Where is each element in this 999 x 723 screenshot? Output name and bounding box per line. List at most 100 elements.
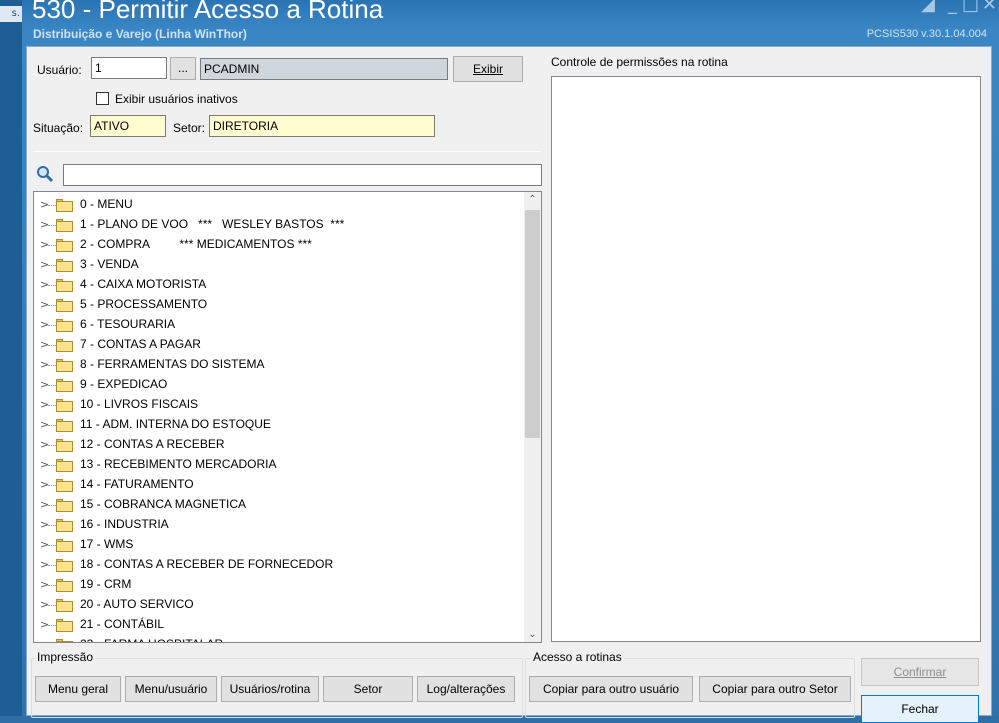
window-subtitle: Distribuição e Varejo (Linha WinThor) [33, 27, 247, 41]
tree-node[interactable]: >5 - PROCESSAMENTO [34, 295, 524, 315]
browse-user-button[interactable]: ... [170, 57, 196, 80]
tree-node-label: 13 - RECEBIMENTO MERCADORIA [80, 457, 277, 471]
tree-connector [48, 305, 56, 306]
tree-node[interactable]: >3 - VENDA [34, 255, 524, 275]
tree-node[interactable]: >0 - MENU [34, 195, 524, 215]
folder-icon [56, 519, 73, 532]
restore-icon[interactable]: ◢ [921, 0, 935, 15]
tree-node-label: 7 - CONTAS A PAGAR [80, 337, 201, 351]
tree-node[interactable]: >15 - COBRANCA MAGNETICA [34, 495, 524, 515]
tree-connector [48, 265, 56, 266]
users-routine-button[interactable]: Usuários/rotina [221, 676, 319, 702]
folder-icon [56, 379, 73, 392]
tree-scrollbar[interactable]: ⌃ ⌄ [524, 192, 541, 642]
folder-icon [56, 499, 73, 512]
maximize-icon[interactable]: □ [962, 0, 979, 15]
background-window-edge: s. [0, 0, 22, 716]
tree-connector [48, 605, 56, 606]
tree-node[interactable]: >17 - WMS [34, 535, 524, 555]
tree-node[interactable]: >11 - ADM. INTERNA DO ESTOQUE [34, 415, 524, 435]
user-id-field[interactable]: 1 [91, 57, 167, 79]
tree-connector [48, 205, 56, 206]
tree-connector [48, 565, 56, 566]
routine-tree[interactable]: >0 - MENU >1 - PLANO DE VOO *** WESLEY BA… [33, 191, 542, 643]
tree-node[interactable]: >7 - CONTAS A PAGAR [34, 335, 524, 355]
scroll-down-icon[interactable]: ⌄ [527, 629, 538, 640]
tree-node[interactable]: >20 - AUTO SERVICO [34, 595, 524, 615]
tree-node-label: 16 - INDUSTRIA [80, 517, 169, 531]
tree-node-label: 15 - COBRANCA MAGNETICA [80, 497, 247, 511]
sector-button[interactable]: Setor [323, 676, 413, 702]
folder-icon [56, 459, 73, 472]
folder-icon [56, 559, 73, 572]
tree-node-label: 12 - CONTAS A RECEBER [80, 437, 225, 451]
folder-icon [56, 539, 73, 552]
tree-node[interactable]: >18 - CONTAS A RECEBER DE FORNECEDOR [34, 555, 524, 575]
scroll-thumb[interactable] [525, 210, 540, 438]
show-button-label: Exibir [472, 62, 503, 76]
tree-connector [48, 545, 56, 546]
status-field: ATIVO [90, 115, 166, 137]
divider [33, 151, 541, 152]
tree-node[interactable]: >2 - COMPRA *** MEDICAMENTOS *** [34, 235, 524, 255]
copy-to-sector-button[interactable]: Copiar para outro Setor [699, 676, 851, 702]
change-log-button[interactable]: Log/alterações [417, 676, 515, 702]
tree-node[interactable]: >8 - FERRAMENTAS DO SISTEMA [34, 355, 524, 375]
tree-connector [48, 345, 56, 346]
sector-field: DIRETORIA [209, 115, 435, 137]
tree-node-label: 11 - ADM. INTERNA DO ESTOQUE [80, 417, 271, 431]
tree-node-label: 19 - CRM [80, 577, 132, 591]
tree-node[interactable]: >9 - EXPEDICAO [34, 375, 524, 395]
tree-node-label: 9 - EXPEDICAO [80, 377, 168, 391]
window-title: 530 - Permitir Acesso a Rotina [32, 0, 384, 24]
show-button[interactable]: Exibir [453, 56, 523, 82]
tree-node-label: 5 - PROCESSAMENTO [80, 297, 208, 311]
expand-chevron-icon[interactable]: > [40, 638, 49, 642]
app-window: s. 530 - Permitir Acesso a Rotina Distri… [0, 0, 999, 723]
show-inactive-label: Exibir usuários inativos [115, 92, 238, 106]
sector-label: Setor: [173, 121, 206, 135]
close-icon[interactable]: ✕ [982, 0, 997, 15]
tree-node[interactable]: >1 - PLANO DE VOO *** WESLEY BASTOS *** [34, 215, 524, 235]
permissions-panel[interactable] [551, 76, 981, 642]
user-name-field: PCADMIN [200, 58, 448, 80]
confirm-button[interactable]: Confirmar [861, 658, 979, 686]
copy-to-user-button[interactable]: Copiar para outro usuário [529, 676, 693, 702]
version-label: PCSIS530 v.30.1.04.004 [866, 28, 987, 40]
folder-icon [56, 259, 73, 272]
folder-icon [56, 359, 73, 372]
menu-general-button[interactable]: Menu geral [35, 676, 121, 702]
tree-node-label: 0 - MENU [80, 197, 133, 211]
tree-node-label: 23 - FARMA HOSPITALAR [80, 637, 223, 642]
print-group-title: Impressão [35, 650, 96, 664]
tree-node-label: 6 - TESOURARIA [80, 317, 176, 331]
tree-node[interactable]: >23 - FARMA HOSPITALAR [34, 635, 524, 642]
tree-node-label: 2 - COMPRA *** MEDICAMENTOS *** [80, 237, 312, 251]
tree-node[interactable]: >21 - CONTÁBIL [34, 615, 524, 635]
menu-user-button[interactable]: Menu/usuário [125, 676, 217, 702]
tree-connector [48, 445, 56, 446]
tree-node[interactable]: >14 - FATURAMENTO [34, 475, 524, 495]
folder-icon [56, 339, 73, 352]
search-icon [37, 166, 54, 183]
folder-icon [56, 319, 73, 332]
folder-icon [56, 579, 73, 592]
tree-node-label: 21 - CONTÁBIL [80, 617, 165, 631]
close-button[interactable]: Fechar [861, 695, 979, 723]
tree-connector [48, 365, 56, 366]
tree-node[interactable]: >12 - CONTAS A RECEBER [34, 435, 524, 455]
tree-node[interactable]: >13 - RECEBIMENTO MERCADORIA [34, 455, 524, 475]
tree-node[interactable]: >16 - INDUSTRIA [34, 515, 524, 535]
folder-icon [56, 279, 73, 292]
tree-connector [48, 405, 56, 406]
tree-node[interactable]: >4 - CAIXA MOTORISTA [34, 275, 524, 295]
search-input[interactable] [63, 164, 542, 186]
tree-node[interactable]: >19 - CRM [34, 575, 524, 595]
show-inactive-checkbox[interactable] [96, 92, 109, 105]
tree-node[interactable]: >10 - LIVROS FISCAIS [34, 395, 524, 415]
permissions-title: Controle de permissões na rotina [551, 55, 728, 69]
scroll-up-icon[interactable]: ⌃ [527, 194, 538, 205]
folder-icon [56, 299, 73, 312]
tree-node[interactable]: >6 - TESOURARIA [34, 315, 524, 335]
minimize-icon[interactable]: _ [948, 0, 957, 15]
